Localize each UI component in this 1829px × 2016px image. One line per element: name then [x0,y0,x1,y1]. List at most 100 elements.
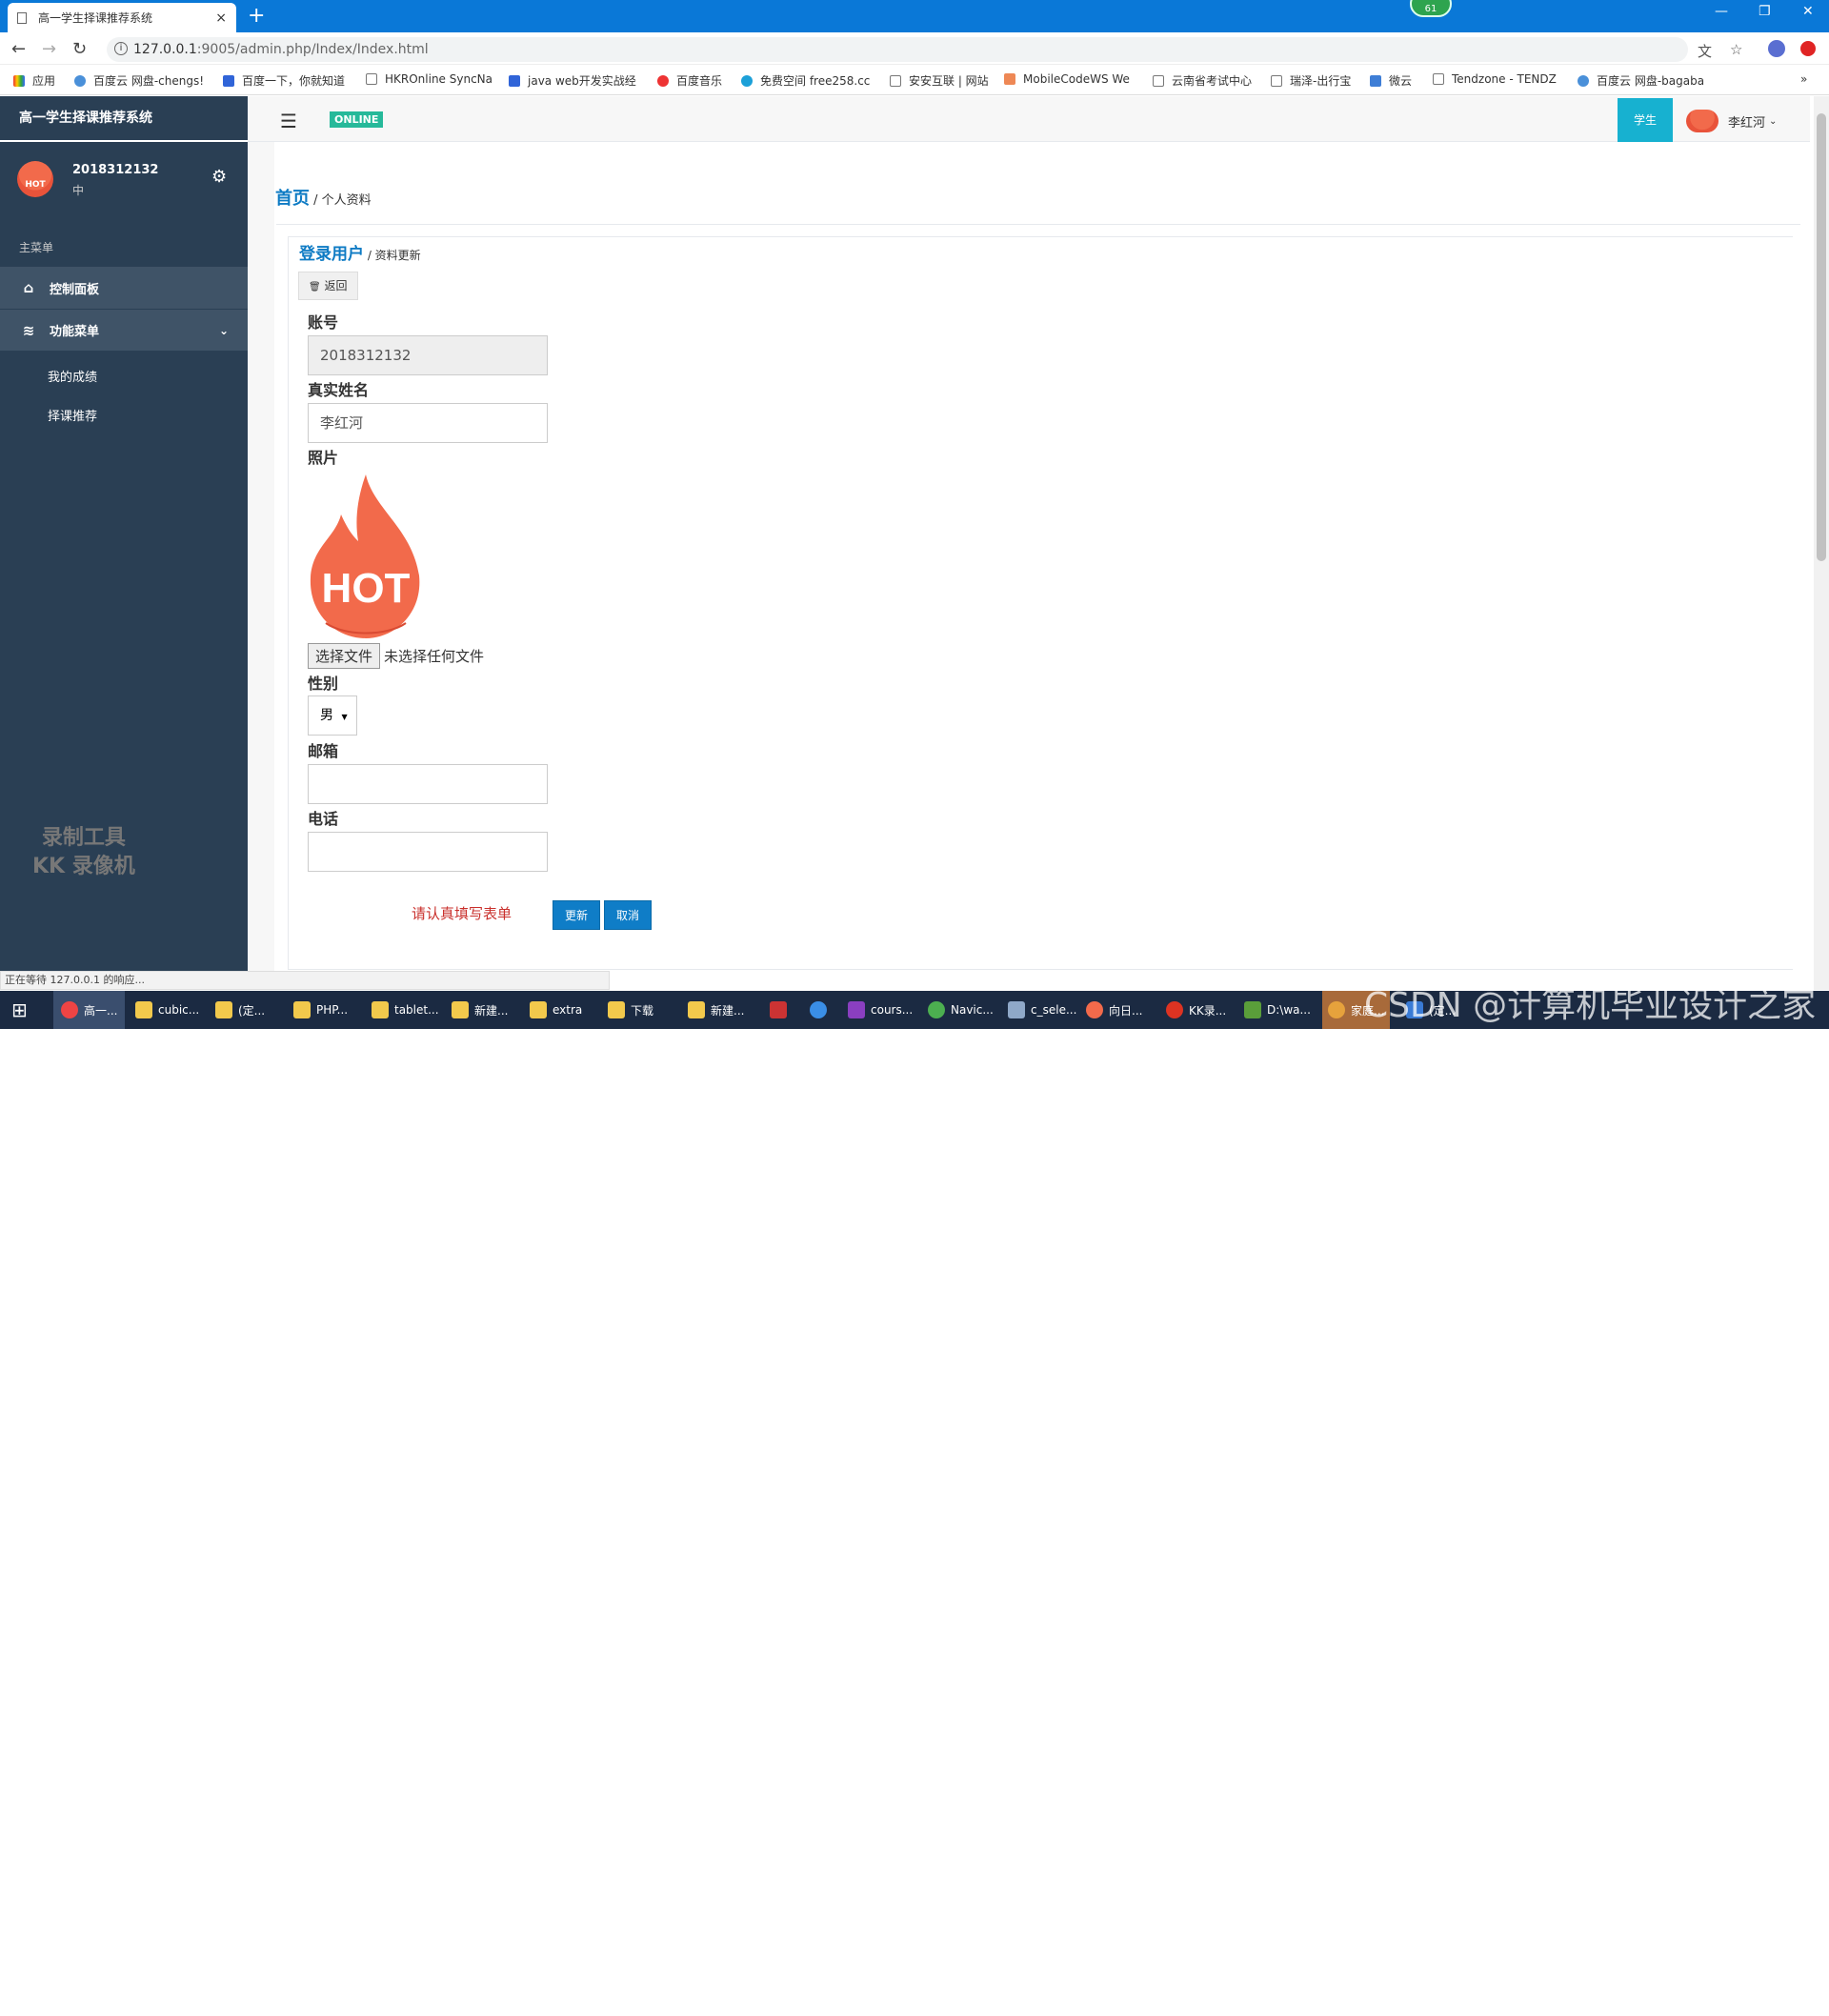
tab-close-icon[interactable]: × [215,10,227,26]
brand-title[interactable]: 高一学生择课推荐系统 [0,96,248,142]
caret-down-icon: ▼ [341,713,348,721]
bookmark-item[interactable]: 免费空间 free258.cc [741,72,870,89]
taskbar-item[interactable]: c_sele... [1008,991,1076,1029]
shield-icon[interactable] [770,991,793,1029]
taskbar-item[interactable]: cours... [848,991,913,1029]
taskbar-item[interactable]: PHP... [293,991,348,1029]
breadcrumb-home[interactable]: 首页 [275,189,310,209]
url-host: 127.0.0.1 [133,42,197,57]
breadcrumb: 首页 / 个人资料 [275,189,372,209]
bookmarks-more-icon[interactable]: » [1800,72,1807,86]
name-field[interactable]: 李红河 [308,403,548,443]
taskbar-item[interactable]: tablet... [372,991,439,1029]
minimize-icon[interactable]: — [1715,4,1728,19]
tab-title: 高一学生择课推荐系统 [38,11,153,25]
cancel-button[interactable]: 取消 [604,900,652,930]
scrollbar-thumb[interactable] [1817,113,1826,561]
editor-icon [1244,1001,1261,1018]
browser-icon[interactable] [810,991,833,1029]
sidebar-submenu: 我的成绩 择课推荐 [0,351,248,444]
layers-icon: ≋ [22,321,35,339]
sidebar-item-functions[interactable]: ≋ 功能菜单 ⌄ [0,309,248,351]
file-status: 未选择任何文件 [384,648,485,665]
back-button[interactable]: 🗑 返回 [298,272,358,300]
panel-title[interactable]: 登录用户 [299,245,364,264]
folder-icon [372,1001,389,1018]
weiyun-icon [1370,74,1381,87]
update-button[interactable]: 更新 [553,900,600,930]
taskbar-item[interactable]: 下载 [608,991,653,1029]
sidebar-item-label: 功能菜单 [50,325,100,339]
info-icon[interactable]: i [114,42,128,55]
page-icon [890,74,901,87]
bookmark-item[interactable]: 百度一下，你就知道 [223,72,345,89]
bookmark-item[interactable]: HKROnline SyncNa [366,72,492,86]
role-button[interactable]: 学生 [1618,98,1673,142]
forward-arrow-icon[interactable]: → [42,39,56,59]
bookmark-item[interactable]: 百度音乐 [657,72,722,89]
sunlogin-icon [1086,1001,1103,1018]
phone-field[interactable] [308,832,548,872]
phone-label: 电话 [308,810,339,828]
url-input[interactable]: i 127.0.0.1:9005/admin.php/Index/Index.h… [107,37,1688,62]
sidebar-item-dashboard[interactable]: ⌂ 控制面板 [0,267,248,309]
chevron-down-icon: ⌄ [218,323,229,337]
bookmark-item[interactable]: 云南省考试中心 [1153,72,1252,89]
bookmark-item[interactable]: 百度云 网盘-bagaba [1578,72,1704,89]
reload-icon[interactable]: ↻ [72,39,87,59]
folder-icon [608,1001,625,1018]
folder-icon [215,1001,232,1018]
restore-icon[interactable]: ❐ [1759,4,1771,19]
translate-icon[interactable]: 文 [1698,41,1712,61]
globe-icon [741,74,753,87]
choose-file-button[interactable]: 选择文件 [308,643,381,669]
windows-start-icon[interactable]: ⊞ [11,991,28,1029]
taskbar-item[interactable]: (定... [215,991,265,1029]
gear-icon[interactable]: ⚙ [211,167,227,187]
bookmark-item[interactable]: 百度云 网盘-chengs! [74,72,204,89]
user-avatar [1686,110,1718,132]
sidebar: 高一学生择课推荐系统 HOT 2018312132 中 ⚙ 主菜单 ⌂ 控制面板… [0,96,248,971]
sidebar-item-my-grades[interactable]: 我的成绩 [0,358,248,397]
close-window-icon[interactable]: ✕ [1802,4,1814,19]
back-arrow-icon[interactable]: ← [11,39,26,59]
taskbar-clock[interactable]: 6:48 2019/3/13 [1758,1986,1817,2016]
bookmark-apps[interactable]: 应用 [13,72,55,89]
taskbar-item[interactable]: D:\wa... [1244,991,1311,1029]
email-field[interactable] [308,764,548,804]
taskbar-item[interactable]: 向日... [1086,991,1142,1029]
user-dropdown[interactable]: 李红河 ⌄ [1686,110,1777,132]
folder-icon [293,1001,311,1018]
new-tab-icon[interactable]: + [248,4,265,28]
gender-label: 性别 [308,675,339,693]
bookmark-item[interactable]: java web开发实战经 [509,72,636,89]
adblock-icon[interactable] [1800,41,1816,56]
taskbar-item[interactable]: cubic... [135,991,199,1029]
taskbar-item[interactable]: Navic... [928,991,994,1029]
browser-tab[interactable]: 高一学生择课推荐系统 × [8,3,236,32]
bookmark-item[interactable]: 瑞泽-出行宝 [1271,72,1351,89]
menu-toggle-icon[interactable]: ☰ [280,110,297,132]
page-icon [1433,73,1444,85]
navicat-icon [928,1001,945,1018]
file-input[interactable]: 选择文件 未选择任何文件 [308,643,484,669]
sidebar-item-course-recommend[interactable]: 择课推荐 [0,397,248,436]
gender-select[interactable]: 男 ▼ [308,696,357,736]
taskbar-item[interactable]: KK录... [1166,991,1226,1029]
extension-icon[interactable] [1768,40,1785,57]
bookmark-item[interactable]: Tendzone - TENDZ [1433,72,1557,86]
phpstorm-icon [848,1001,865,1018]
taskbar-item[interactable]: 新建... [452,991,508,1029]
baidu-paw-icon [223,74,234,87]
taskbar-item[interactable]: 新建... [688,991,744,1029]
taskbar-item[interactable]: extra [530,991,582,1029]
bookmark-item[interactable]: MobileCodeWS We [1004,72,1130,86]
taskbar-item[interactable]: 高一... [53,991,126,1029]
page-scrollbar[interactable] [1814,96,1829,990]
bookmark-item[interactable]: 微云 [1370,72,1412,89]
page-icon [1153,74,1164,87]
bookmark-item[interactable]: 安安互联 | 网站 [890,72,989,89]
extension-badge[interactable]: 61 [1410,0,1452,17]
star-icon[interactable]: ☆ [1730,41,1742,58]
address-bar: ← → ↻ i 127.0.0.1:9005/admin.php/Index/I… [0,32,1829,65]
